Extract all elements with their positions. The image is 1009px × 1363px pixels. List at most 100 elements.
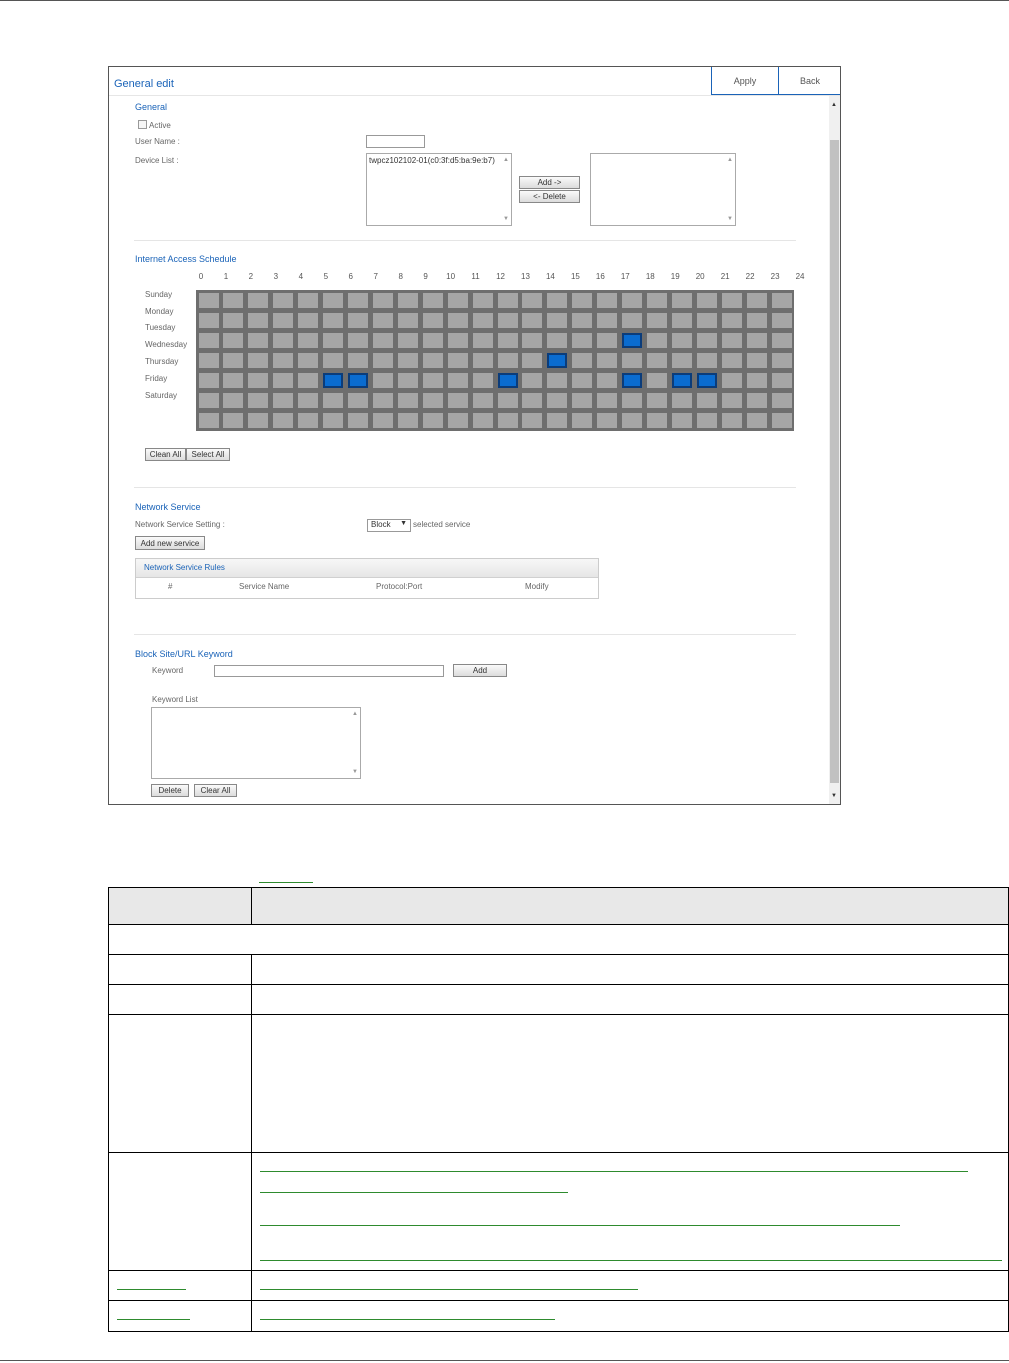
schedule-cell[interactable] <box>273 312 294 328</box>
schedule-cell[interactable] <box>721 312 742 328</box>
schedule-cell[interactable] <box>397 373 418 389</box>
schedule-cell[interactable] <box>721 413 742 429</box>
schedule-cell[interactable] <box>372 373 393 389</box>
schedule-cell[interactable] <box>248 373 269 389</box>
schedule-cell[interactable] <box>721 352 742 368</box>
schedule-cell[interactable] <box>372 292 393 308</box>
schedule-cell[interactable] <box>348 292 368 308</box>
schedule-cell[interactable] <box>348 352 368 368</box>
schedule-cell[interactable] <box>771 312 792 328</box>
schedule-cell[interactable] <box>198 413 219 429</box>
schedule-cell[interactable] <box>223 292 244 308</box>
schedule-cell[interactable] <box>597 352 618 368</box>
scroll-up-icon[interactable]: ▲ <box>831 102 837 108</box>
scroll-down-icon[interactable]: ▼ <box>352 769 358 775</box>
schedule-cell[interactable] <box>497 393 518 409</box>
schedule-cell[interactable] <box>547 413 568 429</box>
schedule-cell[interactable] <box>522 393 543 409</box>
schedule-cell[interactable] <box>323 312 344 328</box>
schedule-cell[interactable] <box>198 292 219 308</box>
schedule-cell[interactable] <box>547 393 568 409</box>
add-keyword-button[interactable]: Add <box>453 664 507 677</box>
schedule-cell[interactable] <box>447 292 468 308</box>
schedule-cell[interactable] <box>397 393 418 409</box>
schedule-cell[interactable] <box>696 413 717 429</box>
schedule-cell[interactable] <box>472 373 493 389</box>
keyword-input[interactable] <box>214 665 444 677</box>
clear-all-keywords-button[interactable]: Clear All <box>194 784 237 797</box>
schedule-cell[interactable] <box>198 352 219 368</box>
schedule-cell[interactable] <box>671 393 692 409</box>
schedule-cell[interactable] <box>522 312 543 328</box>
schedule-cell[interactable] <box>746 413 767 429</box>
schedule-cell[interactable] <box>671 413 692 429</box>
schedule-cell[interactable] <box>647 292 667 308</box>
schedule-cell[interactable] <box>298 413 319 429</box>
available-devices-list[interactable]: twpcz102102-01(c0:3f:d5:ba:9e:b7) ▲ ▼ <box>366 153 512 226</box>
schedule-cell[interactable] <box>771 413 792 429</box>
schedule-cell[interactable] <box>547 312 568 328</box>
scroll-up-icon[interactable]: ▲ <box>503 157 509 163</box>
schedule-cell-selected[interactable] <box>348 373 368 389</box>
schedule-cell[interactable] <box>572 312 593 328</box>
select-all-button[interactable]: Select All <box>186 448 230 461</box>
schedule-cell[interactable] <box>721 292 742 308</box>
schedule-cell[interactable] <box>696 393 717 409</box>
schedule-cell[interactable] <box>298 312 319 328</box>
schedule-cell[interactable] <box>746 292 767 308</box>
schedule-cell[interactable] <box>696 332 717 348</box>
scroll-down-icon[interactable]: ▼ <box>727 216 733 222</box>
schedule-cell[interactable] <box>397 292 418 308</box>
schedule-cell[interactable] <box>597 393 618 409</box>
schedule-cell[interactable] <box>547 373 568 389</box>
schedule-cell[interactable] <box>248 393 269 409</box>
schedule-cell[interactable] <box>647 312 667 328</box>
scroll-up-icon[interactable]: ▲ <box>352 711 358 717</box>
user-name-input[interactable] <box>366 135 425 148</box>
schedule-cell[interactable] <box>298 373 319 389</box>
schedule-cell[interactable] <box>223 352 244 368</box>
schedule-cell[interactable] <box>497 292 518 308</box>
schedule-cell[interactable] <box>721 373 742 389</box>
scrollbar-thumb[interactable] <box>830 140 839 783</box>
schedule-cell[interactable] <box>422 393 443 409</box>
schedule-cell[interactable] <box>323 352 344 368</box>
schedule-cell[interactable] <box>323 413 344 429</box>
schedule-cell[interactable] <box>422 292 443 308</box>
schedule-cell[interactable] <box>597 373 618 389</box>
schedule-cell[interactable] <box>746 352 767 368</box>
schedule-cell[interactable] <box>671 352 692 368</box>
schedule-cell[interactable] <box>671 292 692 308</box>
schedule-cell[interactable] <box>472 292 493 308</box>
device-item[interactable]: twpcz102102-01(c0:3f:d5:ba:9e:b7) <box>369 156 495 165</box>
schedule-cell[interactable] <box>397 332 418 348</box>
schedule-cell-selected[interactable] <box>622 332 643 348</box>
schedule-cell[interactable] <box>397 413 418 429</box>
scroll-down-icon[interactable]: ▼ <box>831 793 837 799</box>
schedule-cell[interactable] <box>223 312 244 328</box>
schedule-cell[interactable] <box>721 332 742 348</box>
schedule-cell[interactable] <box>771 393 792 409</box>
schedule-cell[interactable] <box>348 393 368 409</box>
schedule-cell[interactable] <box>572 352 593 368</box>
schedule-cell[interactable] <box>223 332 244 348</box>
schedule-cell[interactable] <box>298 393 319 409</box>
schedule-cell[interactable] <box>622 393 643 409</box>
schedule-cell[interactable] <box>372 393 393 409</box>
schedule-cell[interactable] <box>248 413 269 429</box>
schedule-cell[interactable] <box>223 413 244 429</box>
schedule-cell[interactable] <box>273 352 294 368</box>
schedule-cell[interactable] <box>572 393 593 409</box>
schedule-cell[interactable] <box>198 393 219 409</box>
schedule-cell[interactable] <box>572 413 593 429</box>
schedule-cell[interactable] <box>298 352 319 368</box>
keyword-list[interactable]: ▲ ▼ <box>151 707 361 779</box>
schedule-cell[interactable] <box>472 393 493 409</box>
active-checkbox[interactable] <box>138 120 147 129</box>
schedule-cell[interactable] <box>746 373 767 389</box>
schedule-cell-selected[interactable] <box>547 352 568 368</box>
schedule-cell[interactable] <box>597 413 618 429</box>
schedule-cell-selected[interactable] <box>323 373 344 389</box>
keyword-list-scrollbar[interactable]: ▲ ▼ <box>348 708 360 778</box>
schedule-cell[interactable] <box>298 332 319 348</box>
